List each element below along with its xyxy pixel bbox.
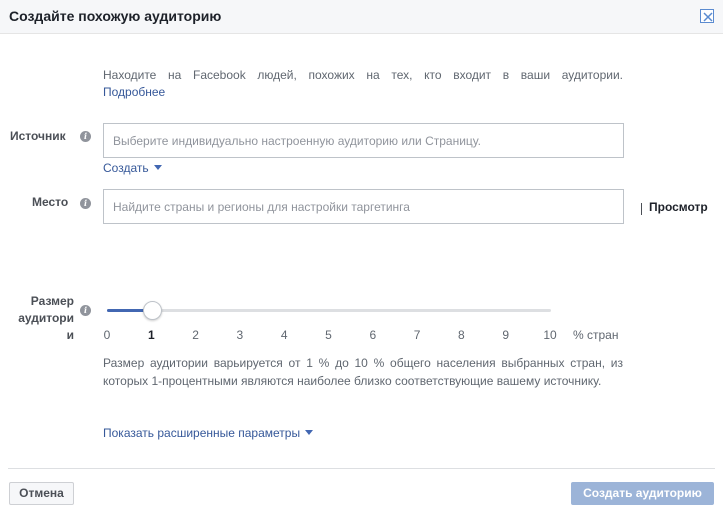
slider-unit-label: % стран [573, 328, 619, 342]
slider-tick-label: 7 [413, 328, 421, 342]
slider-tick-label: 0 [103, 328, 111, 342]
close-icon [703, 12, 713, 22]
audience-size-slider-track[interactable] [107, 309, 551, 312]
slider-tick-label: 2 [192, 328, 199, 342]
slider-tick-label: 10 [543, 328, 557, 342]
location-placeholder: Найдите страны и регионы для настройки т… [113, 200, 410, 214]
advanced-label: Показать расширенные параметры [103, 426, 301, 440]
slider-tick-label: 3 [236, 328, 244, 342]
location-input[interactable]: Найдите страны и регионы для настройки т… [103, 189, 708, 224]
audience-size-label: Размер аудитори и [10, 293, 74, 344]
slider-tick-label: 8 [458, 328, 465, 342]
learn-more-link[interactable]: Подробнее [103, 85, 165, 99]
audience-size-slider-thumb[interactable] [143, 301, 162, 320]
source-label: Источник [10, 129, 66, 143]
slider-tick-label: 4 [280, 328, 288, 342]
info-icon[interactable]: i [80, 198, 91, 209]
create-dropdown[interactable]: Создать [103, 161, 162, 175]
create-audience-button[interactable]: Создать аудиторию [571, 482, 714, 505]
source-input[interactable]: Выберите индивидуально настроенную аудит… [103, 123, 624, 158]
audience-size-description: Размер аудитории варьируется от 1 % до 1… [103, 356, 623, 388]
chevron-down-icon [153, 165, 162, 170]
divider [641, 203, 642, 215]
info-icon[interactable]: i [80, 131, 91, 142]
chevron-down-icon [305, 430, 314, 435]
slider-tick-label: 6 [369, 328, 377, 342]
cancel-button[interactable]: Отмена [9, 482, 74, 505]
preview-button[interactable]: Просмотр [649, 200, 708, 214]
audience-size-label-line1: Размер [30, 294, 74, 308]
footer-divider [8, 468, 715, 469]
show-advanced-options-link[interactable]: Показать расширенные параметры [103, 426, 314, 440]
intro-text: Находите на Facebook людей, похожих на т… [103, 68, 623, 82]
location-label: Место [32, 195, 69, 209]
dialog-header: Создайте похожую аудиторию [0, 0, 723, 34]
source-placeholder: Выберите индивидуально настроенную аудит… [113, 134, 481, 148]
slider-tick-label: 1 [147, 328, 155, 342]
audience-size-label-line2: аудитори [18, 311, 74, 325]
info-icon[interactable]: i [80, 305, 91, 316]
dialog-title: Создайте похожую аудиторию [9, 8, 222, 24]
close-button[interactable] [700, 9, 714, 23]
slider-tick-label: 9 [502, 328, 510, 342]
slider-tick-label: 5 [325, 328, 332, 342]
audience-size-label-line3: и [66, 328, 74, 342]
create-label: Создать [103, 161, 149, 175]
